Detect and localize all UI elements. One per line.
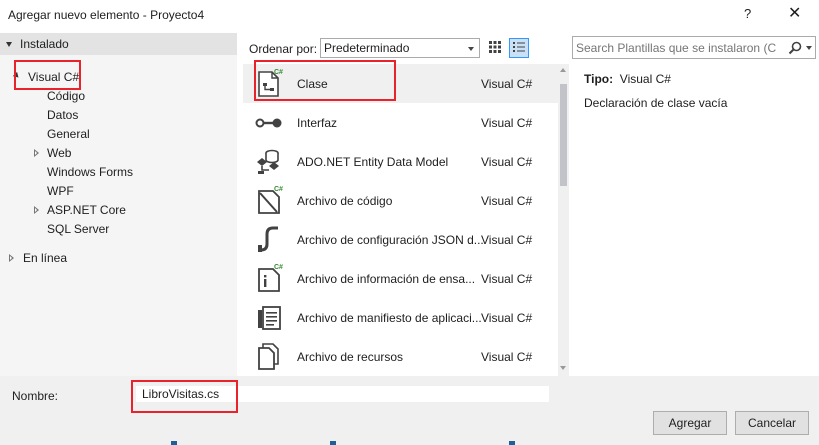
template-item[interactable]: Interfaz Visual C# bbox=[243, 103, 558, 142]
taskbar-fragment bbox=[509, 441, 515, 445]
tree-node-label: Web bbox=[47, 145, 72, 160]
template-language: Visual C# bbox=[481, 155, 533, 169]
detail-description: Declaración de clase vacía bbox=[584, 96, 728, 110]
chevron-right-icon[interactable] bbox=[34, 206, 39, 214]
tree-node-label: SQL Server bbox=[47, 221, 110, 236]
detail-type: Tipo: Visual C# bbox=[584, 72, 671, 86]
template-name: Archivo de información de ensa... bbox=[297, 272, 476, 286]
tree-node-aspnet-core[interactable]: ASP.NET Core bbox=[34, 200, 126, 219]
detail-type-label: Tipo: bbox=[584, 72, 614, 86]
highlight-box-clase bbox=[254, 60, 396, 101]
sort-toolbar: Ordenar por: Predeterminado bbox=[241, 35, 567, 61]
search-box[interactable] bbox=[572, 36, 816, 59]
template-language: Visual C# bbox=[481, 233, 533, 247]
tree-node-label: Datos bbox=[47, 107, 79, 122]
search-icon[interactable] bbox=[787, 40, 803, 56]
chevron-down-icon[interactable] bbox=[806, 46, 812, 50]
template-language: Visual C# bbox=[481, 272, 533, 286]
code-file-icon: C# bbox=[258, 186, 283, 214]
template-language: Visual C# bbox=[481, 350, 533, 364]
help-button[interactable]: ? bbox=[744, 6, 751, 21]
taskbar-fragment bbox=[330, 441, 336, 445]
tree-node-label: ASP.NET Core bbox=[47, 202, 126, 217]
tree-node-label: Código bbox=[47, 88, 86, 103]
search-input[interactable] bbox=[576, 38, 776, 58]
template-list-scrollbar[interactable] bbox=[558, 64, 569, 376]
cancel-button[interactable]: Cancelar bbox=[735, 411, 809, 435]
highlight-box-name bbox=[131, 380, 238, 413]
tree-node-web[interactable]: Web bbox=[34, 143, 71, 162]
sort-dropdown-value: Predeterminado bbox=[324, 41, 410, 55]
template-item[interactable]: Archivo de manifiesto de aplicaci... Vis… bbox=[243, 298, 558, 337]
sort-dropdown[interactable]: Predeterminado bbox=[320, 38, 480, 58]
tree-node-label: General bbox=[47, 126, 90, 141]
tree-node-windows-forms[interactable]: Windows Forms bbox=[47, 162, 133, 181]
chevron-down-icon bbox=[468, 47, 474, 51]
template-name: Interfaz bbox=[297, 116, 338, 130]
template-item[interactable]: C# Archivo de información de ensa... Vis… bbox=[243, 259, 558, 298]
svg-text:C#: C# bbox=[274, 186, 283, 193]
template-name: Archivo de código bbox=[297, 194, 393, 208]
detail-type-value: Visual C# bbox=[619, 72, 671, 86]
details-pane: Tipo: Visual C# Declaración de clase vac… bbox=[572, 64, 816, 376]
highlight-box-visual-csharp bbox=[14, 60, 81, 90]
tree-node-installed[interactable]: Instalado bbox=[0, 33, 237, 55]
template-name: Archivo de recursos bbox=[297, 350, 404, 364]
footer-bar: Nombre: Agregar Cancelar bbox=[0, 376, 819, 445]
entity-model-icon bbox=[257, 149, 279, 174]
title-bar: Agregar nuevo elemento - Proyecto4 ? ✕ bbox=[0, 0, 819, 31]
tree-node-online[interactable]: En línea bbox=[9, 248, 67, 267]
interface-icon bbox=[255, 118, 282, 128]
tree-node-sql-server[interactable]: SQL Server bbox=[47, 219, 109, 238]
list-view-button[interactable] bbox=[509, 38, 529, 58]
name-label: Nombre: bbox=[12, 389, 59, 403]
sort-label: Ordenar por: bbox=[249, 42, 318, 56]
template-language: Visual C# bbox=[481, 194, 533, 208]
tree-node-general[interactable]: General bbox=[47, 124, 90, 143]
template-name: Archivo de configuración JSON d... bbox=[297, 233, 484, 247]
taskbar-fragment bbox=[171, 441, 177, 445]
template-language: Visual C# bbox=[481, 116, 533, 130]
scroll-up-icon[interactable] bbox=[560, 68, 566, 72]
template-item[interactable]: Archivo de recursos Visual C# bbox=[243, 337, 558, 376]
tree-node-datos[interactable]: Datos bbox=[47, 105, 78, 124]
template-item[interactable]: Archivo de configuración JSON d... Visua… bbox=[243, 220, 558, 259]
scroll-down-icon[interactable] bbox=[560, 366, 566, 370]
tree-node-label: WPF bbox=[47, 183, 74, 198]
svg-text:C#: C# bbox=[274, 264, 283, 271]
chevron-right-icon[interactable] bbox=[9, 254, 14, 262]
template-language: Visual C# bbox=[481, 311, 533, 325]
window-title: Agregar nuevo elemento - Proyecto4 bbox=[8, 8, 205, 22]
template-name: ADO.NET Entity Data Model bbox=[297, 155, 449, 169]
grid-view-icon bbox=[489, 41, 501, 53]
tree-node-wpf[interactable]: WPF bbox=[47, 181, 74, 200]
chevron-down-icon[interactable] bbox=[6, 41, 12, 47]
add-button[interactable]: Agregar bbox=[653, 411, 727, 435]
chevron-right-icon[interactable] bbox=[34, 149, 39, 157]
template-language: Visual C# bbox=[481, 77, 533, 91]
tree-node-online-label: En línea bbox=[23, 250, 68, 265]
tree-node-label: Windows Forms bbox=[47, 164, 134, 179]
grid-view-button[interactable] bbox=[486, 38, 506, 58]
template-item[interactable]: C# Archivo de código Visual C# bbox=[243, 181, 558, 220]
assembly-info-icon: C# bbox=[258, 264, 283, 292]
template-item[interactable]: ADO.NET Entity Data Model Visual C# bbox=[243, 142, 558, 181]
manifest-icon bbox=[258, 306, 281, 330]
template-list: C# Clase Visual C# Interfaz Visual C# AD… bbox=[243, 64, 558, 376]
resource-file-icon bbox=[258, 343, 279, 370]
tree-node-installed-label: Instalado bbox=[20, 37, 69, 51]
close-button[interactable]: ✕ bbox=[788, 3, 801, 23]
scrollbar-thumb[interactable] bbox=[560, 84, 567, 186]
json-config-icon bbox=[258, 226, 278, 252]
list-view-icon bbox=[513, 42, 525, 52]
template-name: Archivo de manifiesto de aplicaci... bbox=[297, 311, 482, 325]
